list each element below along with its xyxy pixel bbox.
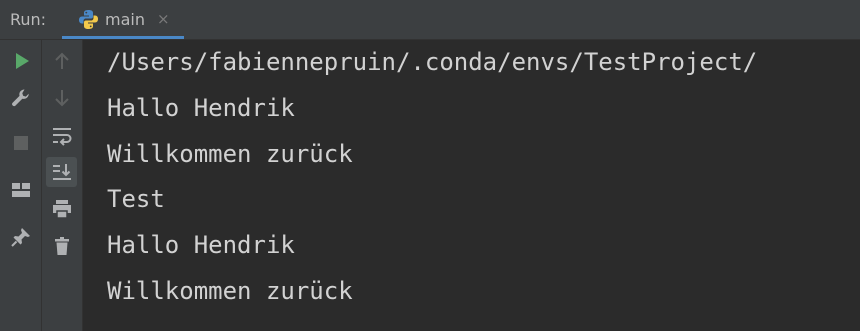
wrench-icon[interactable] <box>9 86 33 110</box>
stop-icon[interactable] <box>9 131 33 155</box>
console-line: /Users/fabiennepruin/.conda/envs/TestPro… <box>107 48 758 76</box>
tab-main[interactable]: main × <box>62 0 184 39</box>
arrow-up-icon[interactable] <box>50 49 74 73</box>
tab-active-indicator <box>62 36 184 39</box>
arrow-down-icon[interactable] <box>50 86 74 110</box>
console-line: Hallo Hendrik <box>107 231 295 259</box>
rerun-icon[interactable] <box>9 49 33 73</box>
run-label: Run: <box>10 10 47 29</box>
run-tab-bar: Run: main × <box>0 0 860 40</box>
layout-icon[interactable] <box>9 178 33 202</box>
pin-icon[interactable] <box>9 225 33 249</box>
soft-wrap-icon[interactable] <box>50 123 74 147</box>
print-icon[interactable] <box>50 197 74 221</box>
scroll-to-end-icon[interactable] <box>50 160 74 184</box>
console-line: Test <box>107 185 165 213</box>
console-line: Willkommen zurück <box>107 140 353 168</box>
trash-icon[interactable] <box>50 234 74 258</box>
close-icon[interactable]: × <box>157 0 170 39</box>
console-line: Hallo Hendrik <box>107 94 295 122</box>
tab-main-label: main <box>105 10 145 29</box>
python-icon <box>78 9 99 30</box>
console-line: Willkommen zurück <box>107 277 353 305</box>
console-output[interactable]: /Users/fabiennepruin/.conda/envs/TestPro… <box>83 40 860 331</box>
